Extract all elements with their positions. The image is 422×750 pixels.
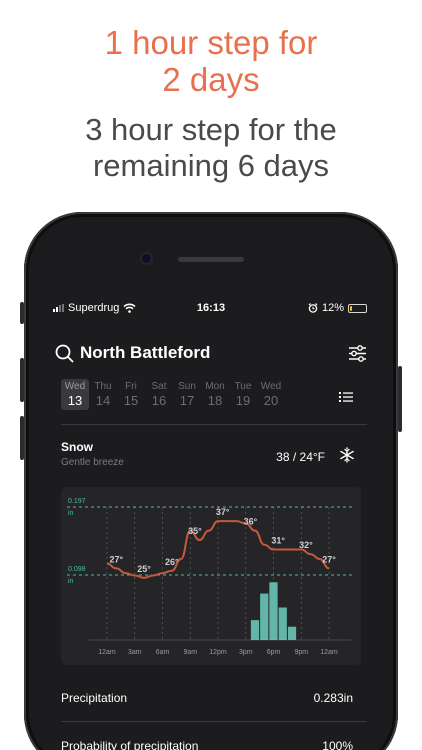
day-tab[interactable]: Mon 18	[201, 379, 229, 410]
day-name: Wed	[64, 381, 86, 392]
day-name: Thu	[94, 381, 112, 392]
temperature-label: 25°	[137, 564, 151, 574]
promo-line: 2 days	[162, 61, 260, 98]
stat-row-precipitation: Precipitation 0.283in	[61, 691, 353, 705]
snowflake-icon	[340, 447, 354, 463]
day-date: 18	[207, 393, 223, 408]
hourly-chart[interactable]: 12am 3am 6am 9am 12pm 3pm 6pm 9pm 12am 0.197 in 0.0…	[61, 487, 361, 665]
x-tick-label: 3am	[128, 649, 142, 656]
location-header[interactable]: North Battleford	[55, 341, 210, 365]
precip-reference-unit: in	[68, 578, 74, 585]
stat-label: Precipitation	[61, 691, 128, 705]
promo-line: 1 hour step for	[104, 24, 318, 61]
precip-bar	[278, 607, 287, 640]
x-tick-label: 12am	[98, 649, 116, 656]
temperature-label: 36°	[244, 517, 258, 527]
x-tick-label: 12pm	[209, 649, 227, 656]
temperature-range: 38 / 24°F	[276, 450, 325, 464]
stat-value: 100%	[322, 739, 353, 750]
condition-title: Snow	[61, 440, 93, 454]
x-tick-label: 6am	[156, 649, 170, 656]
day-date: 14	[95, 393, 111, 408]
alarm-icon	[308, 303, 318, 313]
status-bar: Superdrug 16:13 12%	[45, 297, 377, 321]
mute-switch	[20, 302, 24, 324]
x-tick-label: 9am	[183, 649, 197, 656]
day-tab[interactable]: Wed 13	[61, 379, 89, 410]
day-name: Tue	[234, 381, 252, 392]
battery-icon	[348, 303, 367, 313]
day-date: 15	[123, 393, 139, 408]
promo-line: remaining 6 days	[92, 148, 330, 183]
hourly-chart-svg: 12am 3am 6am 9am 12pm 3pm 6pm 9pm 12am 0.197 in 0.0…	[67, 498, 355, 656]
precip-reference-label: 0.098	[68, 566, 86, 573]
temperature-label: 27°	[322, 554, 336, 564]
day-date: 13	[67, 393, 83, 408]
precip-reference-label: 0.197	[68, 498, 86, 505]
precip-bar	[260, 593, 269, 640]
volume-up-button	[20, 358, 24, 402]
volume-down-button	[20, 416, 24, 460]
x-tick-label: 12am	[320, 649, 338, 656]
temperature-label: 27°	[109, 554, 123, 564]
day-name: Fri	[125, 381, 137, 392]
list-view-icon[interactable]	[339, 391, 353, 403]
day-tab[interactable]: Thu 14	[89, 379, 117, 410]
day-date: 17	[179, 393, 195, 408]
divider	[61, 721, 367, 722]
stat-row-probability: Probability of precipitation 100%	[61, 739, 353, 750]
condition-subtitle: Gentle breeze	[61, 457, 124, 468]
temperature-label: 37°	[216, 507, 230, 517]
settings-sliders-icon[interactable]	[348, 345, 367, 362]
day-tab[interactable]: Tue 19	[229, 379, 257, 410]
x-tick-label: 3pm	[239, 649, 253, 656]
stat-label: Probability of precipitation	[61, 739, 199, 750]
temperature-label: 32°	[299, 540, 313, 550]
precip-bar	[250, 620, 260, 640]
temperature-label: 26°	[165, 557, 179, 567]
promo-line: 3 hour step for the	[85, 112, 337, 147]
day-date: 20	[263, 393, 279, 408]
promo-heading-3hour: 3 hour step for the remaining 6 days	[0, 112, 422, 184]
x-tick-label: 6pm	[267, 649, 281, 656]
earpiece-speaker	[178, 257, 244, 262]
day-name: Sun	[178, 381, 196, 392]
day-tab[interactable]: Sat 16	[145, 379, 173, 410]
precip-bar	[269, 582, 278, 640]
day-date: 19	[235, 393, 251, 408]
day-tab[interactable]: Sun 17	[173, 379, 201, 410]
front-camera	[142, 254, 151, 263]
day-name: Wed	[260, 381, 282, 392]
precip-bar	[287, 626, 297, 640]
divider	[61, 424, 367, 425]
day-tab[interactable]: Fri 15	[117, 379, 145, 410]
day-date: 16	[151, 393, 167, 408]
battery-percent: 12%	[321, 302, 344, 314]
app-screen: Superdrug 16:13 12% North Battleford Wed…	[45, 297, 377, 750]
day-name: Sat	[151, 381, 167, 392]
x-tick-label: 9pm	[294, 649, 308, 656]
precip-reference-unit: in	[68, 510, 74, 517]
day-selector: Wed 13 Thu 14 Fri 15 Sat 16 Sun 17 Mon 18 Tue 19 Wed 20	[61, 379, 285, 410]
day-tab[interactable]: Wed 20	[257, 379, 285, 410]
temperature-label: 35°	[188, 526, 202, 536]
day-name: Mon	[205, 381, 225, 392]
stat-value: 0.283in	[313, 691, 353, 705]
condition-summary: Snow Gentle breeze	[61, 440, 124, 468]
city-name[interactable]: North Battleford	[80, 343, 210, 363]
promo-heading-hourly: 1 hour step for 2 days	[0, 24, 422, 98]
temperature-label: 31°	[271, 536, 285, 546]
power-button	[398, 366, 402, 432]
search-icon[interactable]	[55, 344, 74, 363]
